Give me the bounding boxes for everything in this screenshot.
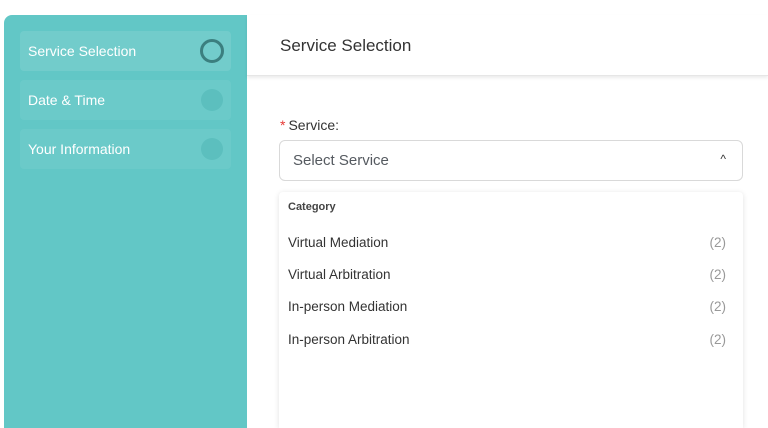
step-label: Date & Time xyxy=(28,92,106,108)
page-header: Service Selection xyxy=(247,15,768,76)
page-title: Service Selection xyxy=(280,36,412,55)
option-count: (2) xyxy=(709,298,727,314)
service-dropdown: Category Virtual Mediation (2) Virtual A… xyxy=(279,192,743,428)
dropdown-option-virtual-mediation[interactable]: Virtual Mediation (2) xyxy=(288,230,726,254)
option-label: In-person Mediation xyxy=(288,298,408,314)
dropdown-option-virtual-arbitration[interactable]: Virtual Arbitration (2) xyxy=(288,262,726,286)
select-placeholder: Select Service xyxy=(293,152,389,169)
option-count: (2) xyxy=(709,266,727,282)
required-mark: * xyxy=(280,117,286,133)
service-label-text: Service: xyxy=(288,117,340,133)
sidebar: Service Selection Date & Time Your Infor… xyxy=(4,15,247,428)
chevron-up-icon: ^ xyxy=(720,152,726,166)
step-label: Your Information xyxy=(28,141,131,157)
service-select[interactable]: Select Service ^ xyxy=(279,140,743,181)
step-label: Service Selection xyxy=(28,43,137,59)
option-label: Virtual Mediation xyxy=(288,234,389,250)
option-count: (2) xyxy=(709,234,727,250)
option-label: Virtual Arbitration xyxy=(288,266,391,282)
step-service-selection[interactable]: Service Selection xyxy=(20,31,231,71)
step-active-indicator-icon xyxy=(200,39,224,63)
service-field-label: * Service: xyxy=(280,117,339,133)
step-date-time[interactable]: Date & Time xyxy=(20,80,231,120)
option-label: In-person Arbitration xyxy=(288,331,410,347)
option-count: (2) xyxy=(709,331,727,347)
step-indicator-icon xyxy=(201,89,223,111)
dropdown-option-in-person-arbitration[interactable]: In-person Arbitration (2) xyxy=(288,327,726,351)
step-your-information[interactable]: Your Information xyxy=(20,129,231,169)
dropdown-category-header: Category xyxy=(288,201,336,213)
step-indicator-icon xyxy=(201,138,223,160)
dropdown-option-in-person-mediation[interactable]: In-person Mediation (2) xyxy=(288,294,726,318)
